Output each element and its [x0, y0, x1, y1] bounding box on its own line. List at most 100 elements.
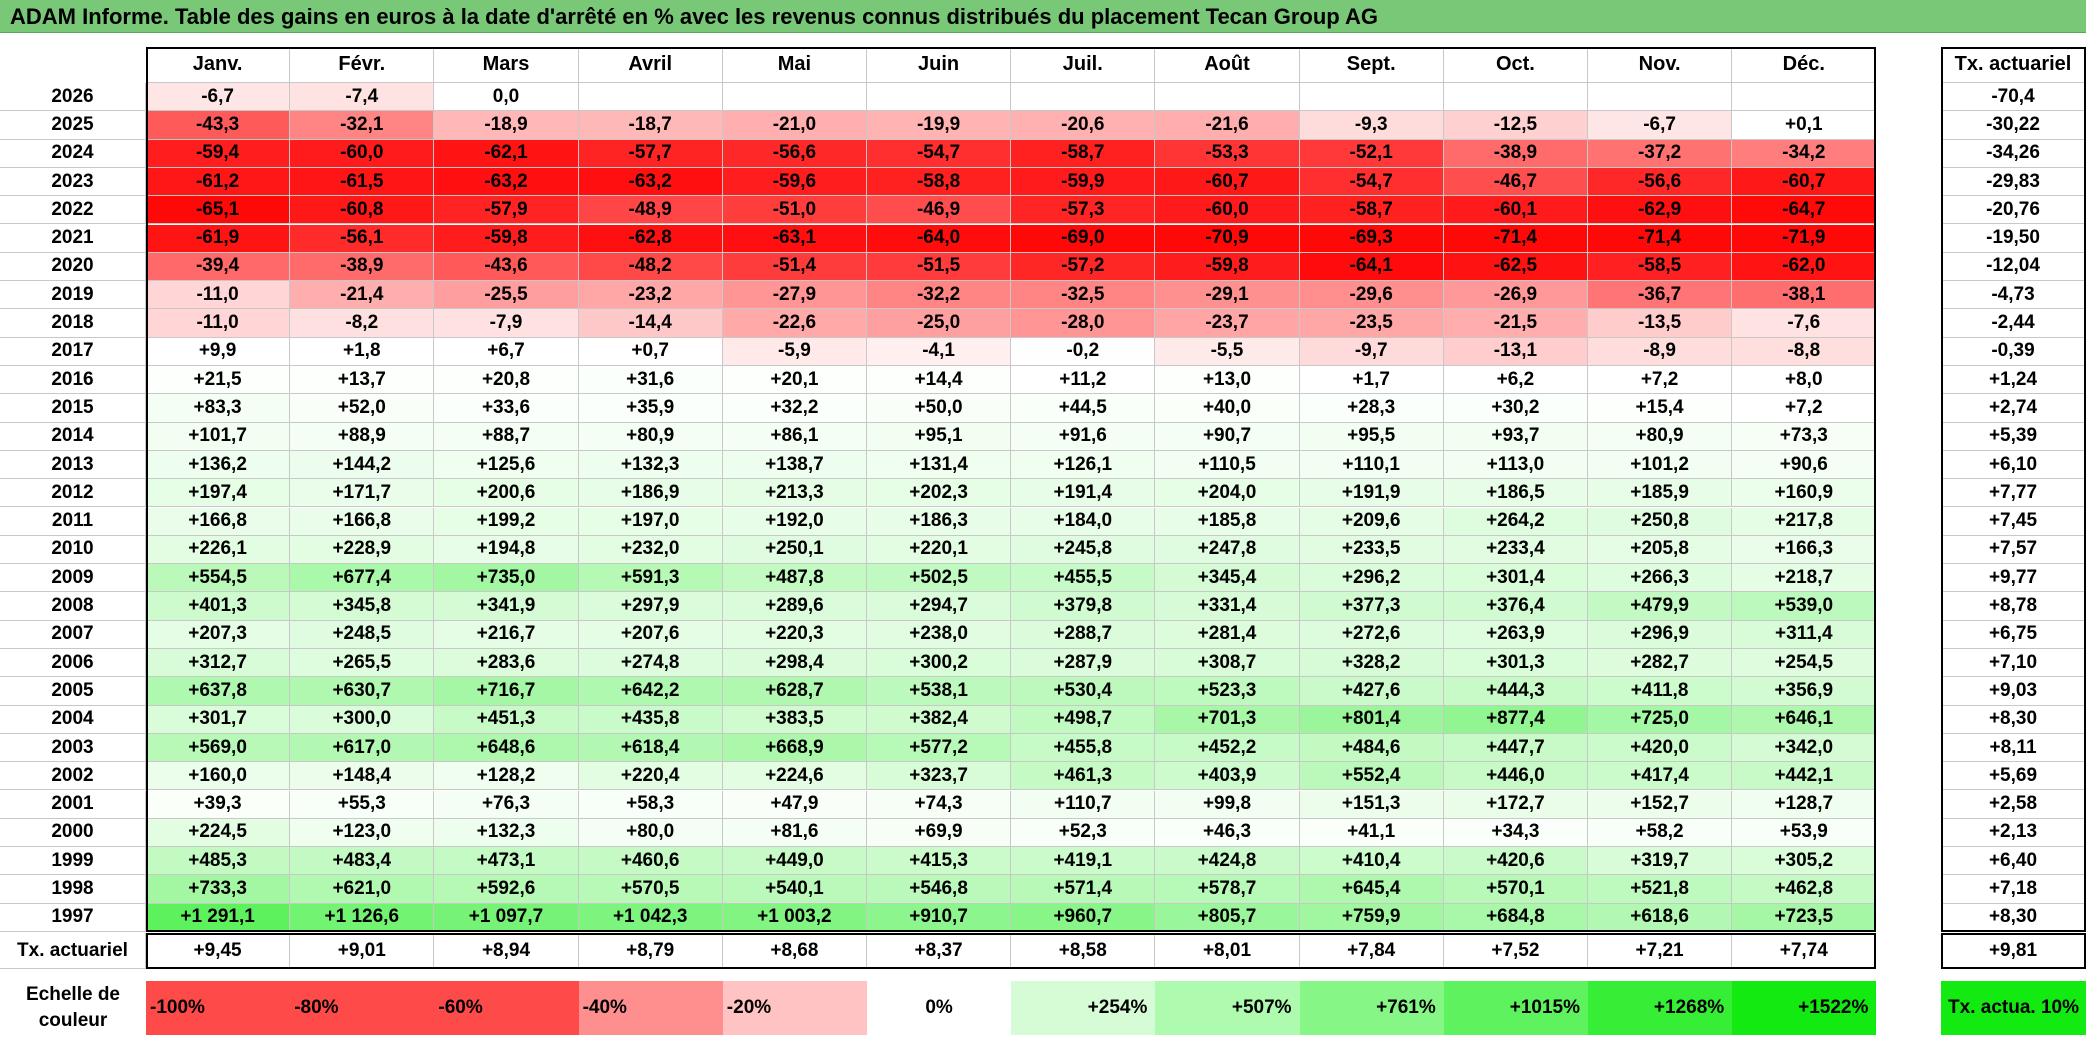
- table-cell: +446,0: [1443, 762, 1588, 791]
- table-cell: -62,0: [1732, 252, 1877, 282]
- table-cell: [1443, 83, 1588, 112]
- table-cell: +356,9: [1732, 677, 1877, 706]
- year-label: 2014: [0, 422, 146, 451]
- table-cell: +301,3: [1443, 649, 1588, 678]
- table-cell: -70,9: [1155, 224, 1300, 253]
- table-cell: +125,6: [434, 450, 579, 480]
- table-cell: +701,3: [1155, 705, 1300, 734]
- table-cell: +40,0: [1155, 394, 1300, 423]
- table-cell: +401,3: [146, 592, 291, 621]
- table-cell: +377,3: [1299, 592, 1444, 621]
- rate-cell: +6,40: [1941, 847, 2086, 876]
- table-cell: +39,3: [146, 790, 291, 819]
- table-cell: -59,8: [1155, 252, 1300, 282]
- table-cell: +296,9: [1588, 620, 1733, 649]
- table-cell: +209,6: [1299, 507, 1444, 536]
- table-cell: +185,8: [1155, 507, 1300, 536]
- footer-cell: +8,94: [434, 933, 579, 969]
- table-cell: -22,6: [722, 309, 867, 338]
- table-cell: +101,7: [146, 422, 291, 451]
- table-cell: +312,7: [146, 649, 291, 678]
- rate-cell: +8,78: [1941, 592, 2086, 621]
- table-cell: -19,9: [867, 111, 1012, 140]
- table-cell: +205,8: [1588, 535, 1733, 565]
- table-cell: +382,4: [867, 705, 1012, 734]
- table-cell: +300,2: [867, 649, 1012, 678]
- table-cell: -63,2: [434, 167, 579, 197]
- table-cell: +197,0: [578, 507, 723, 536]
- table-cell: +272,6: [1299, 620, 1444, 649]
- year-label: 2025: [0, 111, 146, 140]
- table-cell: +166,8: [290, 507, 435, 536]
- table-cell: +8,0: [1732, 366, 1877, 395]
- table-cell: +216,7: [434, 620, 579, 649]
- table-cell: +245,8: [1011, 535, 1156, 565]
- table-cell: +44,5: [1011, 394, 1156, 423]
- year-label: 2008: [0, 592, 146, 621]
- table-cell: +238,0: [867, 620, 1012, 649]
- table-cell: +220,3: [722, 620, 867, 649]
- table-cell: -64,1: [1299, 252, 1444, 282]
- table-cell: +138,7: [722, 450, 867, 480]
- rate-cell: +5,69: [1941, 762, 2086, 791]
- table-cell: +191,4: [1011, 479, 1156, 508]
- title-bar: ADAM Informe. Table des gains en euros à…: [0, 0, 2086, 33]
- table-cell: +15,4: [1588, 394, 1733, 423]
- rate-cell: -20,76: [1941, 196, 2086, 225]
- table-cell: +646,1: [1732, 705, 1877, 734]
- table-cell: +618,4: [578, 733, 723, 763]
- rate-cell: +7,77: [1941, 479, 2086, 508]
- table-cell: +342,0: [1732, 733, 1877, 763]
- table-cell: -18,7: [578, 111, 723, 140]
- table-cell: +331,4: [1155, 592, 1300, 621]
- table-cell: +204,0: [1155, 479, 1300, 508]
- table-cell: +34,3: [1443, 818, 1588, 848]
- table-cell: +113,0: [1443, 450, 1588, 480]
- table-cell: +207,6: [578, 620, 723, 649]
- year-label: 2009: [0, 564, 146, 593]
- table-cell: +645,4: [1299, 875, 1444, 904]
- table-cell: +80,9: [1588, 422, 1733, 451]
- table-cell: +110,1: [1299, 450, 1444, 480]
- table-cell: +735,0: [434, 564, 579, 593]
- rate-cell: +9,03: [1941, 677, 2086, 706]
- table-cell: +126,1: [1011, 450, 1156, 480]
- rate-cell: +7,45: [1941, 507, 2086, 536]
- table-cell: +960,7: [1011, 903, 1156, 932]
- table-cell: +185,9: [1588, 479, 1733, 508]
- rate-cell: +2,58: [1941, 790, 2086, 819]
- table-cell: +172,7: [1443, 790, 1588, 819]
- month-header: Août: [1155, 47, 1300, 83]
- table-cell: [722, 83, 867, 112]
- table-cell: -71,4: [1443, 224, 1588, 253]
- table-cell: +305,2: [1732, 847, 1877, 876]
- table-cell: +123,0: [290, 818, 435, 848]
- table-cell: +30,2: [1443, 394, 1588, 423]
- table-cell: -21,6: [1155, 111, 1300, 140]
- table-cell: +110,7: [1011, 790, 1156, 819]
- table-cell: [1588, 83, 1733, 112]
- footer-cell: +8,58: [1011, 933, 1156, 969]
- table-cell: [1155, 83, 1300, 112]
- table-cell: +521,8: [1588, 875, 1733, 904]
- table-cell: +0,1: [1732, 111, 1877, 140]
- table-cell: +328,2: [1299, 649, 1444, 678]
- table-cell: +254,5: [1732, 649, 1877, 678]
- legend-swatch: -20%: [722, 981, 867, 1035]
- year-label: 2007: [0, 620, 146, 649]
- table-cell: +1,8: [290, 337, 435, 366]
- table-cell: +7,2: [1588, 366, 1733, 395]
- table-cell: +233,4: [1443, 535, 1588, 565]
- table-cell: +628,7: [722, 677, 867, 706]
- table-cell: +73,3: [1732, 422, 1877, 451]
- table-cell: +101,2: [1588, 450, 1733, 480]
- table-cell: +76,3: [434, 790, 579, 819]
- rate-cell: +7,18: [1941, 875, 2086, 904]
- table-cell: +50,0: [867, 394, 1012, 423]
- table-cell: +53,9: [1732, 818, 1877, 848]
- table-cell: -60,0: [1155, 196, 1300, 225]
- table-cell: +420,0: [1588, 733, 1733, 763]
- table-cell: -57,2: [1011, 252, 1156, 282]
- table-cell: -60,7: [1155, 167, 1300, 197]
- table-cell: +420,6: [1443, 847, 1588, 876]
